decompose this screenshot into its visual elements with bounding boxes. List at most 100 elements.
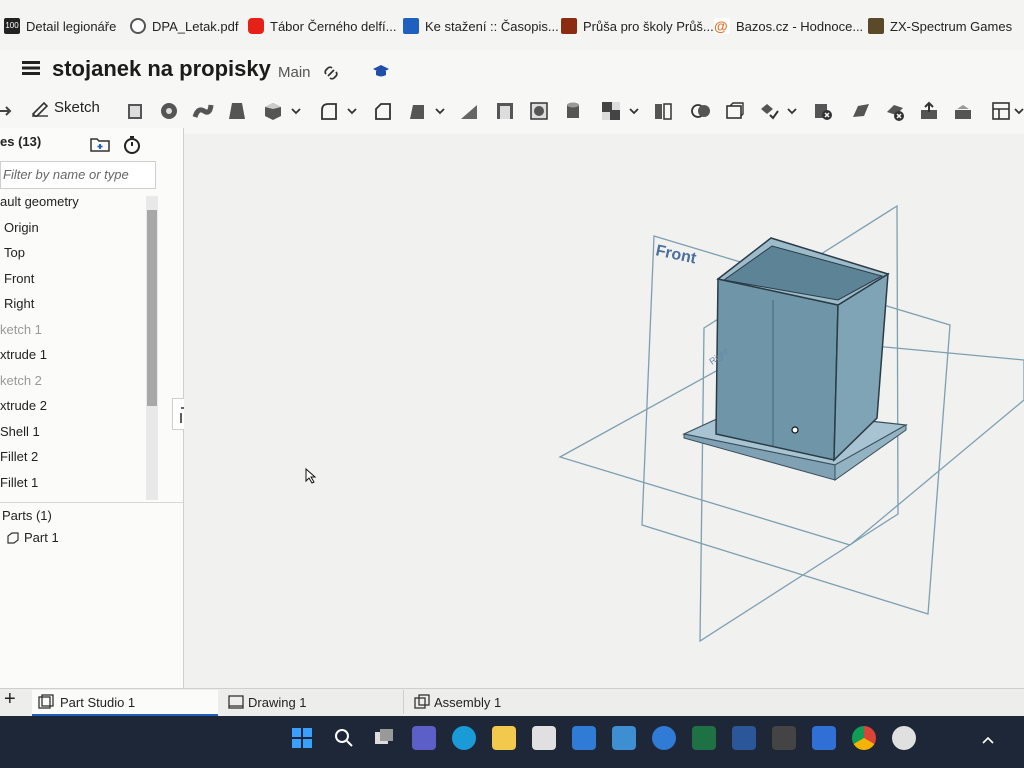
bookmark-dpa-letak[interactable]: DPA_Letak.pdf — [130, 18, 238, 34]
sheet-table-icon[interactable] — [990, 100, 1012, 122]
delete-part-icon[interactable] — [812, 100, 834, 122]
chevron-down-icon[interactable] — [346, 100, 360, 122]
globe-icon — [130, 18, 146, 34]
link-icon[interactable] — [322, 64, 340, 87]
bookmarks-bar: 100 Detail legionáře DPA_Letak.pdf Tábor… — [0, 0, 1024, 51]
transform-icon[interactable] — [724, 100, 746, 122]
unfold-icon[interactable] — [952, 100, 974, 122]
windows-start-icon[interactable] — [290, 726, 314, 750]
bookmark-tabor[interactable]: Tábor Černého delfí... — [248, 18, 396, 34]
bookmark-ke-stazeni[interactable]: Ke stažení :: Časopis... — [403, 18, 559, 34]
loft-icon[interactable] — [226, 100, 248, 122]
pattern-icon[interactable] — [758, 100, 780, 122]
box-front-face — [715, 278, 839, 461]
tab-drawing-1[interactable]: Drawing 1 — [222, 690, 404, 714]
feature-list-item[interactable]: ault geometry — [0, 194, 79, 209]
bookmark-detail-legionare[interactable]: 100 Detail legionáře — [4, 18, 116, 34]
bookmark-bazos[interactable]: @ Bazos.cz - Hodnoce... — [714, 18, 863, 34]
file-explorer-icon[interactable] — [492, 726, 516, 750]
draft-icon[interactable] — [406, 100, 428, 122]
sheet-metal-delete-icon[interactable] — [884, 100, 906, 122]
export-icon[interactable] — [918, 100, 940, 122]
tab-part-studio-1[interactable]: Part Studio 1 — [32, 690, 218, 716]
sheet-metal-icon[interactable] — [850, 100, 872, 122]
graphics-viewport[interactable]: Front Right — [184, 134, 1024, 688]
sketch-button[interactable]: Sketch — [30, 96, 100, 119]
feature-list-scrollbar[interactable] — [146, 196, 158, 500]
excel-icon[interactable] — [692, 726, 716, 750]
chevron-down-icon[interactable] — [786, 100, 800, 122]
feature-list-item[interactable]: Right — [4, 296, 34, 311]
feature-list-item[interactable]: Fillet 2 — [0, 449, 38, 464]
search-icon[interactable] — [332, 726, 356, 750]
part-list-item[interactable]: Part 1 — [6, 530, 59, 545]
app-swirl-icon[interactable] — [892, 726, 916, 750]
assembly-icon — [414, 694, 430, 710]
bookmark-prusa[interactable]: Průša pro školy Průš... — [561, 18, 714, 34]
chrome-icon[interactable] — [852, 726, 876, 750]
boolean-icon[interactable] — [690, 100, 712, 122]
thicken-icon[interactable] — [262, 100, 284, 122]
teams-icon[interactable] — [412, 726, 436, 750]
feature-list-item[interactable]: Origin — [4, 220, 39, 235]
redo-icon[interactable] — [0, 104, 22, 126]
feature-list-item[interactable]: Shell 1 — [0, 424, 40, 439]
branch-label[interactable]: Main — [278, 64, 311, 81]
zx-icon — [868, 18, 884, 34]
desktop-icon[interactable] — [612, 726, 636, 750]
boolean-grid-icon[interactable] — [600, 100, 622, 122]
rollback-timer-icon[interactable] — [122, 135, 142, 160]
chevron-down-icon[interactable] — [290, 100, 304, 122]
add-tab-button[interactable]: + — [4, 688, 16, 711]
extrude-icon[interactable] — [124, 100, 146, 122]
pencil-icon — [30, 97, 50, 119]
chevron-down-icon[interactable] — [628, 100, 642, 122]
parts-header: Parts (1) — [2, 508, 52, 523]
feature-list-item[interactable]: ketch 1 — [0, 322, 42, 337]
model-canvas[interactable]: Front Right — [184, 134, 1024, 688]
revolve-icon[interactable] — [158, 100, 180, 122]
mail-icon[interactable] — [572, 726, 596, 750]
feature-list-panel: es (13) Filter by name or type ault geom… — [0, 128, 184, 688]
tab-assembly-1[interactable]: Assembly 1 — [408, 690, 594, 714]
scrollbar-thumb[interactable] — [147, 210, 157, 406]
sweep-icon[interactable] — [192, 100, 214, 122]
hole-icon[interactable] — [528, 100, 550, 122]
learning-center-icon[interactable] — [372, 64, 390, 85]
task-view-icon[interactable] — [372, 726, 396, 750]
feature-list-item[interactable]: xtrude 1 — [0, 347, 47, 362]
feature-list-item[interactable]: xtrude 2 — [0, 398, 47, 413]
document-title-bar: stojanek na propisky Main — [0, 50, 1024, 92]
prusa-icon — [561, 18, 577, 34]
word-icon[interactable] — [732, 726, 756, 750]
front-plane-label: Front — [654, 242, 698, 267]
cylinder-icon[interactable] — [562, 100, 584, 122]
split-icon[interactable] — [652, 100, 674, 122]
mouse-cursor-icon — [305, 467, 317, 489]
feature-list-item[interactable]: Fillet 1 — [0, 475, 38, 490]
bookmark-zx-spectrum[interactable]: ZX-Spectrum Games — [868, 18, 1012, 34]
feature-list-item[interactable]: Front — [4, 271, 34, 286]
feature-list-item[interactable]: Top — [4, 245, 25, 260]
feature-list-item[interactable]: ketch 2 — [0, 373, 42, 388]
solitaire-icon[interactable] — [772, 726, 796, 750]
drawing-icon — [228, 694, 244, 710]
fillet-icon[interactable] — [318, 100, 340, 122]
rib-icon[interactable] — [458, 100, 480, 122]
chevron-down-icon[interactable] — [434, 100, 448, 122]
document-title[interactable]: stojanek na propisky — [52, 56, 271, 82]
filter-input[interactable]: Filter by name or type — [0, 161, 156, 189]
store-icon[interactable] — [532, 726, 556, 750]
help-icon[interactable] — [652, 726, 676, 750]
add-folder-icon[interactable] — [90, 136, 110, 157]
feature-list: ault geometry Origin Top Front Right ketch 1 x… — [0, 194, 145, 504]
chevron-up-icon[interactable] — [982, 732, 994, 750]
features-header: es (13) — [0, 134, 42, 149]
menu-icon[interactable] — [22, 61, 40, 75]
chevron-down-icon[interactable] — [1014, 100, 1024, 122]
parts-divider — [0, 502, 183, 503]
app-c-icon[interactable] — [812, 726, 836, 750]
shell-icon[interactable] — [494, 100, 516, 122]
edge-icon[interactable] — [452, 726, 476, 750]
chamfer-icon[interactable] — [372, 100, 394, 122]
